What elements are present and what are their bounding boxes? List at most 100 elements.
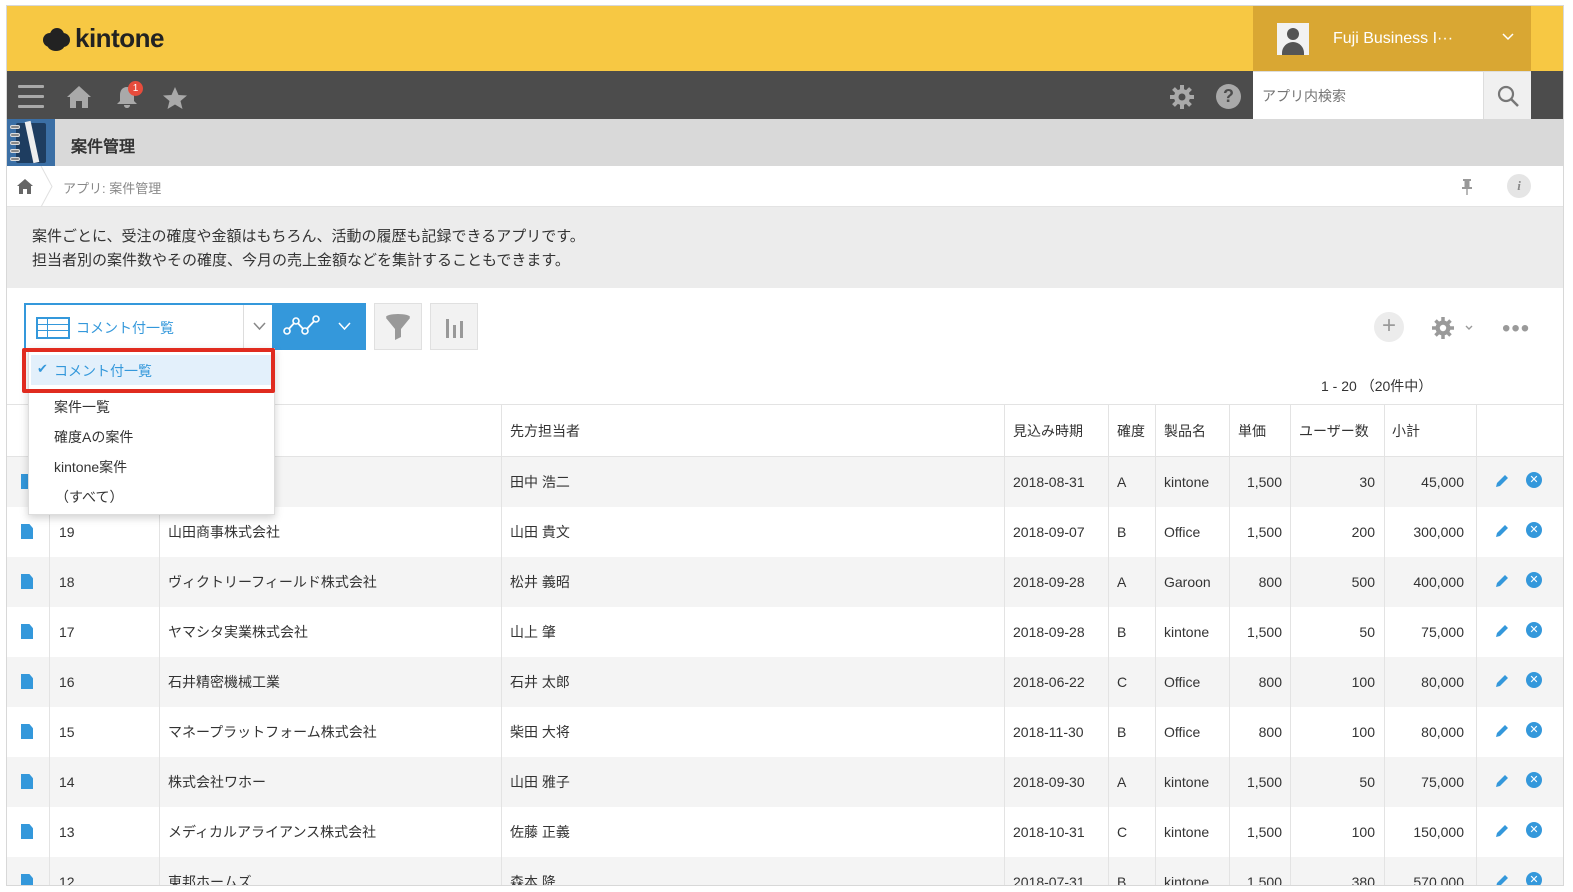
- record-detail-icon[interactable]: [21, 724, 33, 739]
- table-row[interactable]: 13 メディカルアライアンス株式会社 佐藤 正義 2018-10-31 Ckintone…: [7, 807, 1563, 857]
- pencil-icon[interactable]: [1494, 573, 1510, 589]
- nav-bar: 1 ?: [7, 71, 1563, 120]
- graph-settings-button[interactable]: [430, 303, 478, 350]
- help-icon[interactable]: ?: [1216, 84, 1241, 109]
- confidence-rank: C: [1117, 674, 1128, 690]
- search-icon: [1497, 85, 1519, 107]
- confidence-rank: A: [1117, 574, 1127, 590]
- app-title: 案件管理: [71, 139, 136, 156]
- user-name: Fuji Business I···: [1333, 29, 1454, 47]
- record-id: 13: [59, 824, 75, 840]
- record-id: 15: [59, 724, 75, 740]
- confidence-rank: C: [1117, 824, 1128, 840]
- pencil-icon[interactable]: [1494, 723, 1510, 739]
- company-name: 東邦ホームズ: [168, 874, 252, 886]
- record-detail-icon[interactable]: [21, 774, 33, 789]
- table-row[interactable]: 18 ヴィクトリーフィールド株式会社 松井 義昭 2018-09-28 A Garoon 8…: [7, 557, 1563, 607]
- unit-price: 1,500: [1246, 824, 1282, 840]
- more-options-icon[interactable]: •••: [1502, 315, 1530, 343]
- company-name: ヴィクトリーフィールド株式会社: [168, 574, 377, 590]
- filter-button[interactable]: [374, 303, 422, 350]
- delete-icon[interactable]: ✕: [1526, 572, 1542, 588]
- company-name: 石井精密機械工業: [168, 674, 280, 690]
- column-header[interactable]: 確度: [1117, 405, 1145, 458]
- menu-icon[interactable]: [18, 85, 44, 115]
- table-row[interactable]: 16 石井精密機械工業 石井 太郎 2018-06-22 C Office 800 100 80…: [7, 657, 1563, 707]
- pencil-icon[interactable]: [1494, 773, 1510, 789]
- pencil-icon[interactable]: [1494, 823, 1510, 839]
- pencil-icon[interactable]: [1494, 473, 1510, 489]
- product-name: Office: [1164, 674, 1201, 690]
- column-header[interactable]: 小計: [1392, 405, 1420, 458]
- delete-icon[interactable]: ✕: [1526, 772, 1542, 788]
- search-button[interactable]: [1483, 72, 1531, 120]
- view-selector[interactable]: コメント付一覧: [24, 303, 274, 350]
- expected-date: 2018-07-31: [1013, 874, 1085, 886]
- breadcrumb-app-link[interactable]: アプリ: 案件管理: [63, 178, 161, 197]
- column-header[interactable]: 製品名: [1164, 405, 1206, 458]
- chevron-down-icon: [1502, 33, 1514, 41]
- kintone-logo[interactable]: kintone: [41, 23, 164, 54]
- column-header[interactable]: ユーザー数: [1299, 405, 1369, 458]
- company-name: マネープラットフォーム株式会社: [168, 724, 377, 740]
- pencil-icon[interactable]: [1494, 673, 1510, 689]
- user-count: 200: [1351, 524, 1375, 540]
- delete-icon[interactable]: ✕: [1526, 672, 1542, 688]
- add-record-button[interactable]: +: [1374, 312, 1404, 342]
- unit-price: 1,500: [1246, 624, 1282, 640]
- avatar-icon: [1277, 22, 1309, 55]
- pencil-icon[interactable]: [1494, 623, 1510, 639]
- user-count: 50: [1359, 774, 1375, 790]
- delete-icon[interactable]: ✕: [1526, 622, 1542, 638]
- table-row[interactable]: 17 ヤマシタ実業株式会社 山上 肇 2018-09-28 Bkintone 1,500 5…: [7, 607, 1563, 657]
- view-option[interactable]: （すべて）: [55, 487, 123, 507]
- pencil-icon[interactable]: [1494, 873, 1510, 886]
- subtotal: 75,000: [1421, 624, 1464, 640]
- expected-date: 2018-09-30: [1013, 774, 1085, 790]
- contact-name: 佐藤 正義: [510, 824, 570, 840]
- info-icon[interactable]: i: [1507, 174, 1531, 198]
- record-detail-icon[interactable]: [21, 824, 33, 839]
- table-row[interactable]: 15 マネープラットフォーム株式会社 柴田 大将 2018-11-30 B Office 8…: [7, 707, 1563, 757]
- record-detail-icon[interactable]: [21, 874, 33, 885]
- global-header: kintone Fuji Business I···: [7, 6, 1563, 71]
- subtotal: 45,000: [1421, 474, 1464, 490]
- delete-icon[interactable]: ✕: [1526, 822, 1542, 838]
- user-menu[interactable]: Fuji Business I···: [1253, 6, 1531, 71]
- view-dropdown-toggle[interactable]: [243, 305, 274, 348]
- search-input[interactable]: [1253, 72, 1483, 120]
- delete-icon[interactable]: ✕: [1526, 872, 1542, 885]
- expected-date: 2018-09-28: [1013, 574, 1085, 590]
- gear-icon[interactable]: [1169, 84, 1195, 110]
- view-option[interactable]: 確度Aの案件: [54, 427, 133, 447]
- delete-icon[interactable]: ✕: [1526, 472, 1542, 488]
- pencil-icon[interactable]: [1494, 523, 1510, 539]
- view-option[interactable]: kintone案件: [54, 457, 127, 477]
- table-row[interactable]: 14 株式会社ワホー 山田 雅子 2018-09-30 Akintone 1,500 50 7…: [7, 757, 1563, 807]
- description-line: 担当者別の案件数やその確度、今月の売上金額などを集計することもできます。: [32, 252, 570, 269]
- gear-icon[interactable]: [1431, 316, 1477, 340]
- view-option[interactable]: 案件一覧: [54, 397, 110, 417]
- delete-icon[interactable]: ✕: [1526, 722, 1542, 738]
- record-detail-icon[interactable]: [21, 524, 33, 539]
- contact-name: 森本 降: [510, 874, 556, 886]
- company-name: 株式会社ワホー: [168, 774, 266, 790]
- user-count: 100: [1351, 674, 1375, 690]
- column-header[interactable]: 単価: [1238, 405, 1266, 458]
- table-row[interactable]: 12 東邦ホームズ 森本 降 2018-07-31 Bkintone 1,500 380 57…: [7, 857, 1563, 886]
- record-detail-icon[interactable]: [21, 674, 33, 689]
- unit-price: 1,500: [1246, 474, 1282, 490]
- home-icon[interactable]: [17, 179, 33, 194]
- graph-button[interactable]: [274, 303, 366, 350]
- record-detail-icon[interactable]: [21, 624, 33, 639]
- pin-icon[interactable]: [1460, 178, 1474, 195]
- column-header[interactable]: 先方担当者: [510, 405, 580, 458]
- user-count: 100: [1351, 824, 1375, 840]
- delete-icon[interactable]: ✕: [1526, 522, 1542, 538]
- home-icon[interactable]: [66, 85, 92, 109]
- product-name: kintone: [1164, 474, 1210, 490]
- chevron-down-icon: [253, 322, 266, 331]
- column-header[interactable]: 見込み時期: [1013, 405, 1083, 458]
- star-icon[interactable]: [162, 86, 188, 110]
- record-detail-icon[interactable]: [21, 574, 33, 589]
